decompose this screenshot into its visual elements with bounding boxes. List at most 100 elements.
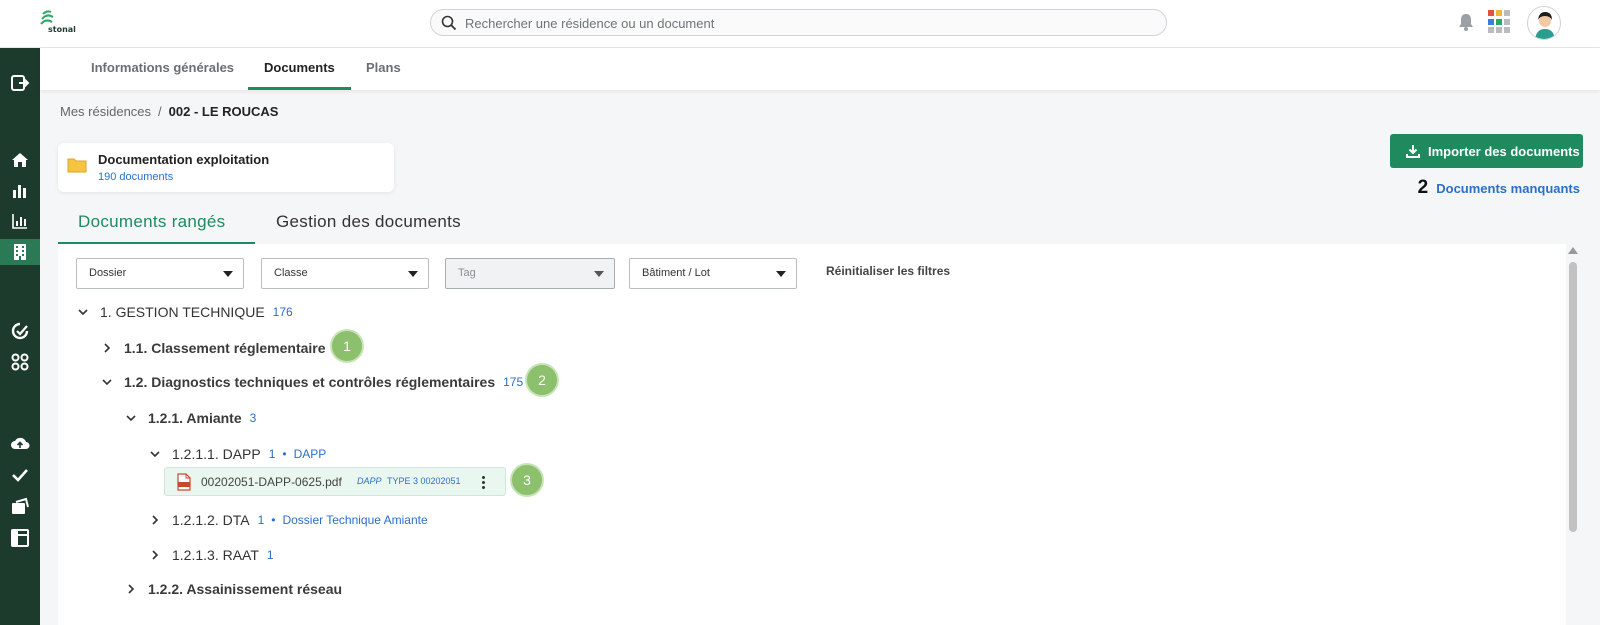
chevron-right-icon[interactable] xyxy=(148,548,162,562)
top-bar: stonal xyxy=(0,0,1600,48)
filter-tag-label: Tag xyxy=(458,267,476,279)
filter-batiment-lot[interactable]: Bâtiment / Lot xyxy=(629,258,797,289)
main-tabs: Informations générales Documents Plans xyxy=(40,48,1600,90)
pdf-file-icon xyxy=(177,473,191,491)
chevron-down-icon[interactable] xyxy=(76,305,90,319)
file-row[interactable]: 00202051-DAPP-0625.pdf DAPP TYPE 3 00202… xyxy=(164,467,506,496)
missing-documents: 2 Documents manquants xyxy=(1418,177,1580,199)
breadcrumb-separator: / xyxy=(158,104,162,119)
scrollbar[interactable] xyxy=(1568,244,1578,625)
file-name[interactable]: 00202051-DAPP-0625.pdf xyxy=(201,475,342,489)
more-vertical-icon[interactable] xyxy=(477,473,489,491)
filter-dossier-label: Dossier xyxy=(89,267,127,279)
sidebar-item-logout[interactable] xyxy=(0,70,40,96)
layout-icon xyxy=(11,529,29,547)
tab-informations-generales[interactable]: Informations générales xyxy=(75,48,250,90)
tree-node-label: 1.2.1.1. DAPP xyxy=(172,446,261,462)
step-badge-2: 2 xyxy=(527,365,557,395)
separator-dot: • xyxy=(282,447,287,461)
stonal-logo[interactable]: stonal xyxy=(38,10,78,34)
chevron-down-icon[interactable] xyxy=(100,375,114,389)
chevron-down-icon[interactable] xyxy=(124,411,138,425)
analytics-icon xyxy=(12,214,27,229)
step-badge-1: 1 xyxy=(332,331,362,361)
tree-node-dapp[interactable]: 1.2.1.1. DAPP 1 • DAPP xyxy=(148,446,326,462)
folder-icon xyxy=(67,158,87,173)
scrollbar-thumb[interactable] xyxy=(1569,262,1577,532)
tab-gestion-des-documents[interactable]: Gestion des documents xyxy=(256,206,481,244)
chevron-down-icon[interactable] xyxy=(148,447,162,461)
apps-icon xyxy=(11,353,29,371)
tree-node-diagnostics[interactable]: 1.2. Diagnostics techniques et contrôles… xyxy=(100,374,523,390)
import-button-label: Importer des documents xyxy=(1428,143,1580,159)
sidebar-item-residences[interactable] xyxy=(0,239,40,265)
sidebar-item-documents[interactable] xyxy=(0,493,40,519)
tree-node-count: 1 xyxy=(257,513,265,527)
missing-documents-count: 2 xyxy=(1417,177,1429,198)
sidebar-item-layout[interactable] xyxy=(0,525,40,551)
tree-node-classement-reglementaire[interactable]: 1.1. Classement réglementaire xyxy=(100,340,326,356)
caret-down-icon xyxy=(223,271,233,277)
caret-down-icon xyxy=(408,271,418,277)
import-documents-button[interactable]: Importer des documents xyxy=(1390,134,1583,168)
sidebar-item-sync[interactable] xyxy=(0,318,40,344)
bar-chart-icon xyxy=(13,185,26,198)
tree-node-class[interactable]: Dossier Technique Amiante xyxy=(282,513,427,527)
tree-node-raat[interactable]: 1.2.1.3. RAAT 1 xyxy=(148,547,274,563)
filter-classe[interactable]: Classe xyxy=(261,258,429,289)
tree-node-label: 1. GESTION TECHNIQUE xyxy=(100,304,265,320)
file-type: TYPE 3 00202051 xyxy=(387,476,461,486)
app-grid-icon[interactable] xyxy=(1488,10,1512,34)
filter-dossier[interactable]: Dossier xyxy=(76,258,244,289)
bell-icon[interactable] xyxy=(1457,12,1475,32)
documents-panel: Dossier Classe Tag Bâtiment / Lot Réinit… xyxy=(58,244,1566,625)
tree-node-count: 1 xyxy=(268,447,276,461)
search-bar[interactable] xyxy=(430,9,1167,36)
filter-tag[interactable]: Tag xyxy=(445,258,615,289)
tree-node-count: 175 xyxy=(503,375,524,389)
tab-documents-ranges[interactable]: Documents rangés xyxy=(58,206,255,244)
tree-node-amiante[interactable]: 1.2.1. Amiante 3 xyxy=(124,410,256,426)
tree-node-gestion-technique[interactable]: 1. GESTION TECHNIQUE 176 xyxy=(76,304,293,320)
tree-node-class[interactable]: DAPP xyxy=(294,447,327,461)
cloud-upload-icon xyxy=(11,437,30,449)
documents-icon xyxy=(12,497,29,514)
tree-node-label: 1.2. Diagnostics techniques et contrôles… xyxy=(124,374,496,390)
missing-documents-link[interactable]: Documents manquants xyxy=(1436,181,1580,196)
chevron-right-icon[interactable] xyxy=(148,513,162,527)
avatar[interactable] xyxy=(1527,6,1561,40)
file-tag: DAPP xyxy=(357,476,382,486)
separator-dot: • xyxy=(271,513,276,527)
sidebar-item-home[interactable] xyxy=(0,147,40,173)
reset-filters-link[interactable]: Réinitialiser les filtres xyxy=(826,264,950,278)
tree-node-assainissement[interactable]: 1.2.2. Assainissement réseau xyxy=(124,581,342,597)
tree-node-count: 3 xyxy=(249,411,257,425)
logo-text: stonal xyxy=(48,25,76,34)
home-icon xyxy=(12,153,28,167)
tree-node-label: 1.2.1. Amiante xyxy=(148,410,242,426)
user-avatar-icon xyxy=(1535,12,1555,39)
scroll-up-icon[interactable] xyxy=(1568,247,1578,254)
sidebar-item-analytics[interactable] xyxy=(0,208,40,234)
chevron-right-icon[interactable] xyxy=(100,341,114,355)
breadcrumb-root[interactable]: Mes résidences xyxy=(60,104,151,119)
check-icon xyxy=(12,469,28,482)
search-input[interactable] xyxy=(465,13,1145,33)
breadcrumb: Mes résidences / 002 - LE ROUCAS xyxy=(60,104,278,119)
download-icon xyxy=(1406,145,1420,158)
tab-documents[interactable]: Documents xyxy=(248,48,351,90)
tab-plans[interactable]: Plans xyxy=(350,48,417,90)
tree-node-dta[interactable]: 1.2.1.2. DTA 1 • Dossier Technique Amian… xyxy=(148,512,428,528)
tree-node-count: 176 xyxy=(272,305,293,319)
folder-card[interactable]: Documentation exploitation 190 documents xyxy=(58,143,394,192)
sidebar-item-validation[interactable] xyxy=(0,462,40,488)
sidebar-item-apps[interactable] xyxy=(0,349,40,375)
tree-node-label: 1.2.2. Assainissement réseau xyxy=(148,581,343,597)
logout-icon xyxy=(11,75,30,91)
step-badge-3: 3 xyxy=(512,465,542,495)
chevron-right-icon[interactable] xyxy=(124,582,138,596)
sidebar-item-upload[interactable] xyxy=(0,430,40,456)
sidebar-item-dashboard[interactable] xyxy=(0,178,40,204)
folder-count: 190 documents xyxy=(98,171,174,183)
tree-node-label: 1.2.1.3. RAAT xyxy=(172,547,259,563)
